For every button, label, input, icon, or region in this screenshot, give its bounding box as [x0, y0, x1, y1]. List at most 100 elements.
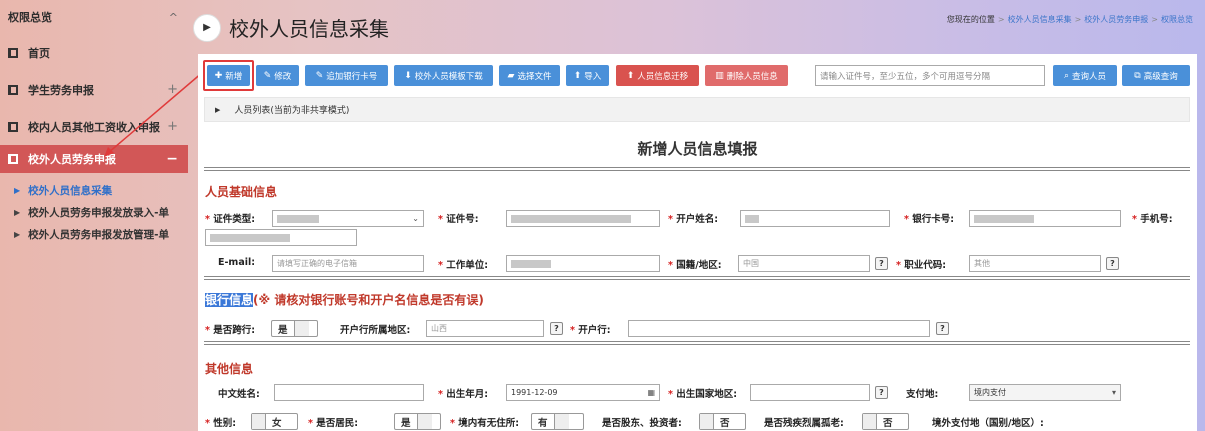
breadcrumb-item[interactable]: 校外人员信息采集 [1008, 15, 1072, 24]
sidebar-item-label: 学生劳务申报 [28, 83, 94, 97]
caret-right-icon: ▶ [14, 185, 21, 195]
section-bank: 银行信息(※ 请核对银行账号和开户名信息是否有误) [205, 291, 484, 308]
divider [204, 341, 1190, 345]
download-template-button[interactable]: ⬇ 校外人员模板下载 [394, 65, 493, 86]
advanced-query-button[interactable]: ⧉ 高级查询 [1122, 65, 1190, 86]
query-label: 查询人员 [1072, 71, 1107, 82]
add-button[interactable]: ✚ 新增 [207, 65, 250, 86]
breadcrumb-prefix: 您现在的位置 [946, 15, 995, 24]
id-no-field[interactable] [506, 210, 660, 227]
sidebar-item-internal-income[interactable]: 校内人员其他工资收入申报 + [0, 108, 188, 145]
id-type-label: * 证件类型: [205, 214, 256, 225]
sidebar-subitem-labor-entry[interactable]: ▶ 校外人员劳务申报发放录入-单 [0, 201, 188, 223]
book-icon [8, 121, 18, 132]
toggle-value: 女 [272, 417, 282, 429]
section-bank-title: 银行信息 [205, 293, 254, 307]
download-icon: ⬇ [404, 70, 412, 81]
breadcrumb-item[interactable]: 校外人员劳务申报 [1084, 15, 1148, 24]
toggle-value: 是 [272, 321, 295, 336]
sidebar-item-home[interactable]: 首页 [0, 34, 188, 71]
chevron-down-icon: ⌄ [412, 214, 419, 223]
sidebar-item-external-labor[interactable]: 校外人员劳务申报 − [0, 145, 188, 173]
help-icon[interactable]: ? [875, 386, 888, 399]
folder-icon: ▰ [507, 70, 515, 81]
birth-label: * 出生年月: [438, 389, 489, 400]
pencil-icon: ✎ [315, 70, 324, 81]
bank-branch-field[interactable] [628, 320, 930, 337]
account-name-field[interactable] [740, 210, 890, 227]
bank-card-field[interactable] [969, 210, 1121, 227]
help-icon[interactable]: ? [936, 322, 949, 335]
edit-button[interactable]: ✎ 修改 [256, 65, 299, 86]
help-icon[interactable]: ? [550, 322, 563, 335]
birth-field[interactable]: 1991-12-09 ▦ [506, 384, 660, 401]
sidebar-subitem-labor-manage[interactable]: ▶ 校外人员劳务申报发放管理-单 [0, 223, 188, 245]
choose-file-button[interactable]: ▰ 选择文件 [499, 65, 560, 86]
chevron-down-icon: ▾ [1111, 388, 1116, 397]
disabled-toggle[interactable]: 否 [862, 413, 909, 430]
workplace-field[interactable] [506, 255, 660, 272]
book-icon [8, 154, 18, 164]
search-icon: ⌕ [1063, 70, 1070, 81]
collapse-icon[interactable]: − [166, 151, 178, 167]
toggle-value: 否 [720, 417, 730, 429]
form-title: 新增人员信息填报 [637, 140, 758, 158]
bank-region-field[interactable]: 山西 [426, 320, 544, 337]
delete-label: 删除人员信息 [726, 71, 778, 82]
expand-icon[interactable]: + [167, 82, 178, 97]
section-other: 其他信息 [205, 362, 254, 376]
sidebar: 权限总览 ^ 首页 学生劳务申报 + 校内人员其他工资收入申报 + 校外人员劳务… [0, 0, 188, 431]
sidebar-item-label: 首页 [28, 46, 50, 60]
delete-button[interactable]: ▥ 删除人员信息 [705, 65, 788, 86]
expand-icon[interactable]: + [167, 119, 178, 134]
section-bank-note: (※ 请核对银行账号和开户名信息是否有误) [253, 293, 484, 307]
bank-card-label: * 银行卡号: [904, 214, 955, 225]
domicile-toggle[interactable]: 有 [531, 413, 584, 430]
add-bank-card-button[interactable]: ✎ 追加银行卡号 [305, 65, 388, 86]
migrate-label: 人员信息迁移 [637, 71, 689, 82]
collapse-icon[interactable]: ^ [169, 11, 178, 24]
breadcrumb-item[interactable]: 权限总览 [1161, 15, 1193, 24]
cn-name-label: 中文姓名: [218, 389, 260, 400]
pay-place-select[interactable]: 境内支付 ▾ [969, 384, 1121, 401]
import-button[interactable]: ⬆ 导入 [566, 65, 609, 86]
page-title-icon[interactable]: ▶ [193, 13, 221, 42]
main-panel: ✚ 新增 ✎ 修改 ✎ 追加银行卡号 ⬇ 校外人员模板下载 ▰ 选择文件 ⬆ 导入 ⬆ 人员信… [198, 54, 1197, 431]
gender-label: * 性别: [205, 418, 237, 429]
list-bar-label: 人员列表(当前为非共享模式) [234, 106, 350, 116]
gender-toggle[interactable]: 女 [251, 413, 298, 430]
toggle-value: 否 [883, 417, 893, 429]
phone-field[interactable] [205, 229, 357, 246]
email-field[interactable]: 请填写正确的电子信箱 [272, 255, 424, 272]
id-no-label: * 证件号: [438, 214, 479, 225]
list-bar[interactable]: ▶ 人员列表(当前为非共享模式) [204, 97, 1190, 122]
disabled-label: 是否残疾烈属孤老: [764, 418, 844, 429]
workplace-label: * 工作单位: [438, 260, 489, 271]
help-icon[interactable]: ? [875, 257, 888, 270]
sidebar-header[interactable]: 权限总览 ^ [0, 0, 188, 34]
search-input[interactable]: 请输入证件号，至少五位，多个可用逗号分隔 [815, 65, 1045, 86]
resident-label: * 是否居民: [308, 418, 359, 429]
occupation-field[interactable]: 其他 [969, 255, 1101, 272]
birth-country-field[interactable] [750, 384, 870, 401]
cross-bank-label: * 是否跨行: [205, 325, 256, 336]
id-type-select[interactable]: ⌄ [272, 210, 424, 227]
caret-right-icon: ▶ [14, 229, 21, 239]
toggle-value: 有 [532, 414, 555, 429]
sidebar-subitem-label: 校外人员劳务申报发放管理-单 [28, 228, 170, 241]
calendar-icon[interactable]: ▦ [647, 388, 655, 397]
resident-toggle[interactable]: 是 [394, 413, 441, 430]
shareholder-label: 是否股东、投资者: [602, 418, 682, 429]
shareholder-toggle[interactable]: 否 [699, 413, 746, 430]
caret-right-icon: ▶ [215, 105, 221, 114]
nationality-field[interactable]: 中国 [738, 255, 870, 272]
sidebar-item-student-labor[interactable]: 学生劳务申报 + [0, 71, 188, 108]
sidebar-subitem-label: 校外人员信息采集 [28, 184, 113, 197]
migrate-button[interactable]: ⬆ 人员信息迁移 [616, 65, 699, 86]
cn-name-field[interactable] [274, 384, 424, 401]
sidebar-subitem-info-collect[interactable]: ▶ 校外人员信息采集 [0, 179, 188, 201]
sidebar-item-label: 校外人员劳务申报 [28, 153, 116, 166]
query-button[interactable]: ⌕ 查询人员 [1053, 65, 1117, 86]
cross-bank-toggle[interactable]: 是 [271, 320, 318, 337]
help-icon[interactable]: ? [1106, 257, 1119, 270]
